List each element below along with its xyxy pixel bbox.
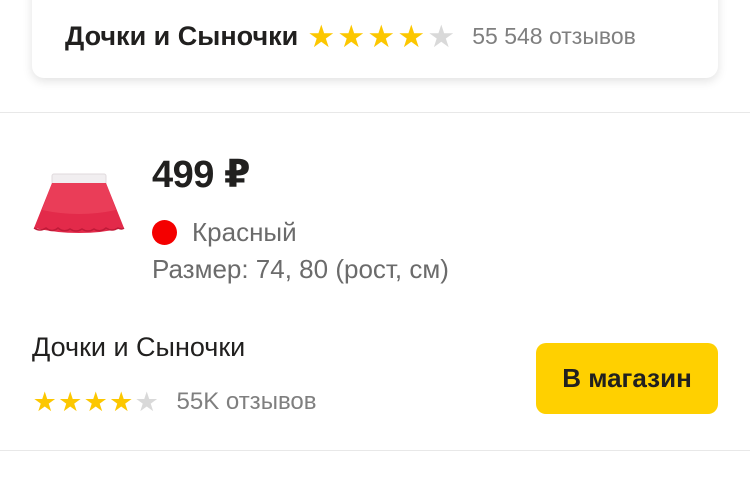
star-filled-icon: ★ [337, 18, 366, 54]
shop-name: Дочки и Сыночки [65, 20, 299, 51]
star-empty-icon: ★ [134, 386, 159, 417]
color-swatch [152, 219, 177, 245]
red-tulle-skirt-icon[interactable] [32, 170, 126, 236]
divider [0, 112, 750, 113]
shop-rating-card[interactable]: Дочки и Сыночки ★ ★ ★ ★ ★ 55 548 отзывов [32, 0, 718, 78]
shop-reviews-count[interactable]: 55 548 отзывов [472, 23, 636, 50]
star-filled-icon: ★ [83, 386, 108, 417]
price: 499 ₽ [152, 154, 250, 196]
star-filled-icon: ★ [367, 18, 396, 54]
shop-rating-stars: ★ ★ ★ ★ ★ [306, 21, 456, 52]
star-empty-icon: ★ [427, 18, 456, 54]
star-filled-icon: ★ [32, 386, 57, 417]
color-name: Красный [192, 216, 297, 247]
seller-name[interactable]: Дочки и Сыночки [32, 332, 245, 363]
shop-rating-row: Дочки и Сыночки ★ ★ ★ ★ ★ 55 548 отзывов [65, 16, 636, 56]
go-to-shop-button[interactable]: В магазин [536, 343, 718, 414]
divider [0, 450, 750, 451]
star-filled-icon: ★ [109, 386, 134, 417]
star-filled-icon: ★ [58, 386, 83, 417]
seller-rating-stars: ★ ★ ★ ★ ★ [32, 386, 160, 417]
star-filled-icon: ★ [397, 18, 426, 54]
seller-rating-row: ★ ★ ★ ★ ★ 55K отзывов [32, 386, 317, 418]
color-row: Красный [152, 214, 297, 250]
size-info: Размер: 74, 80 (рост, см) [152, 254, 449, 284]
star-filled-icon: ★ [307, 18, 336, 54]
seller-reviews-count[interactable]: 55K отзывов [177, 388, 317, 416]
